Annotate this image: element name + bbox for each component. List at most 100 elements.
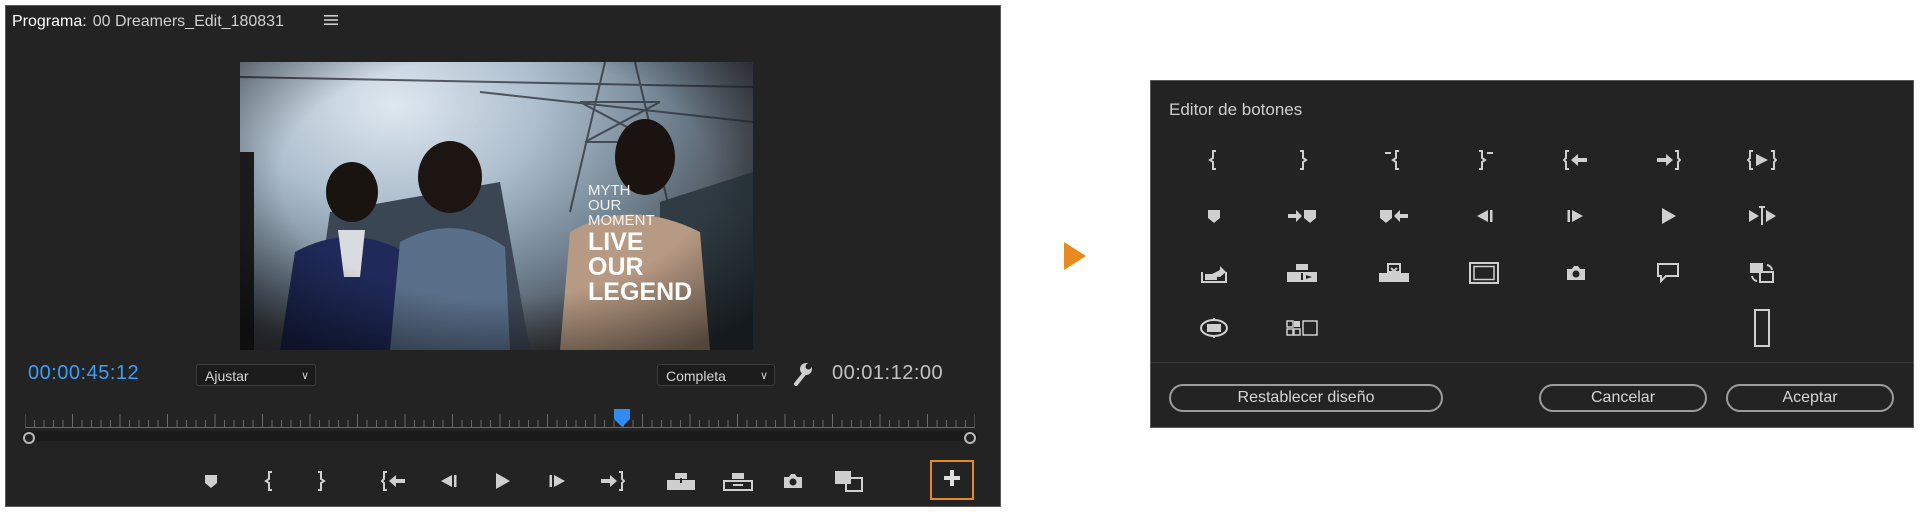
editor-go-to-next-marker-button[interactable] bbox=[1283, 199, 1321, 237]
spacer-icon bbox=[1754, 308, 1770, 352]
step-back-icon bbox=[1474, 208, 1494, 229]
editor-vr-video-button[interactable] bbox=[1195, 311, 1233, 349]
go-to-next-marker-icon bbox=[1287, 208, 1317, 229]
chevron-down-icon: ∨ bbox=[759, 370, 768, 382]
editor-closed-captions-button[interactable] bbox=[1649, 256, 1687, 294]
current-timecode[interactable]: 00:00:45:12 bbox=[28, 362, 139, 385]
multicam-icon bbox=[1286, 319, 1318, 341]
editor-mark-out-button[interactable] bbox=[1283, 143, 1321, 181]
overwrite-icon bbox=[1378, 262, 1410, 289]
mark-out-icon bbox=[314, 471, 326, 491]
go-to-in-icon bbox=[1562, 149, 1589, 175]
overlay-line: OUR bbox=[588, 197, 622, 214]
editor-export-frame-button[interactable] bbox=[1557, 256, 1595, 294]
editor-swap-button[interactable] bbox=[1743, 256, 1781, 294]
play-button[interactable] bbox=[487, 466, 517, 496]
video-title-overlay: MYTH OUR MOMENT LIVE OUR LEGEND bbox=[588, 183, 728, 305]
go-to-in-icon bbox=[381, 471, 407, 491]
overlay-line: MOMENT bbox=[588, 212, 655, 229]
zoom-scroll-bar[interactable] bbox=[22, 431, 978, 441]
plus-icon bbox=[943, 469, 961, 492]
step-forward-icon bbox=[548, 473, 568, 489]
editor-go-to-previous-marker-button[interactable] bbox=[1375, 199, 1413, 237]
editor-safe-margins-button[interactable] bbox=[1465, 256, 1503, 294]
zoom-handle-left[interactable] bbox=[23, 432, 35, 444]
zoom-handle-right[interactable] bbox=[964, 432, 976, 444]
mark-out-button[interactable] bbox=[305, 466, 335, 496]
dialog-title: Editor de botones bbox=[1169, 100, 1303, 119]
editor-overwrite-button[interactable] bbox=[1375, 256, 1413, 294]
button-editor-plus-button[interactable] bbox=[930, 460, 974, 500]
panel-label: Programa: bbox=[12, 13, 87, 30]
go-to-out-button[interactable] bbox=[597, 466, 627, 496]
mark-in-icon bbox=[264, 471, 276, 491]
play-icon bbox=[1658, 206, 1678, 231]
clear-out-icon bbox=[1473, 149, 1495, 175]
go-to-in-button[interactable] bbox=[379, 466, 409, 496]
overlay-line: LEGEND bbox=[588, 278, 693, 306]
duration-timecode: 00:01:12:00 bbox=[832, 362, 944, 384]
editor-lift-button[interactable] bbox=[1195, 256, 1233, 294]
editor-play-button[interactable] bbox=[1649, 199, 1687, 237]
lift-icon bbox=[1200, 262, 1228, 289]
step-forward-button[interactable] bbox=[543, 466, 573, 496]
go-to-out-icon bbox=[599, 471, 625, 491]
time-ruler[interactable] bbox=[25, 410, 975, 428]
vr-video-icon bbox=[1199, 317, 1229, 344]
wrench-icon[interactable] bbox=[790, 360, 814, 386]
mark-in-icon bbox=[1208, 149, 1220, 175]
insert-icon bbox=[1286, 262, 1318, 289]
editor-clear-in-button[interactable] bbox=[1375, 143, 1413, 181]
editor-go-to-in-button[interactable] bbox=[1557, 143, 1595, 181]
overlay-line: MYTH bbox=[588, 182, 631, 199]
export-frame-button[interactable] bbox=[778, 466, 808, 496]
accept-button[interactable]: Aceptar bbox=[1726, 384, 1894, 412]
editor-spacer-button[interactable] bbox=[1743, 308, 1781, 352]
safe-margins-icon bbox=[1469, 261, 1499, 289]
marker-icon bbox=[1206, 208, 1222, 229]
reset-layout-button[interactable]: Restablecer diseño bbox=[1169, 384, 1443, 412]
cancel-button[interactable]: Cancelar bbox=[1539, 384, 1707, 412]
comparison-view-icon bbox=[834, 469, 864, 493]
hamburger-icon[interactable] bbox=[322, 12, 340, 32]
resolution-value: Completa bbox=[666, 368, 726, 384]
add-marker-button[interactable] bbox=[196, 466, 226, 496]
lift-button[interactable] bbox=[666, 466, 696, 496]
mark-out-icon bbox=[1296, 149, 1308, 175]
video-frame: MYTH OUR MOMENT LIVE OUR LEGEND bbox=[240, 62, 753, 350]
playhead[interactable] bbox=[613, 408, 631, 428]
overlay-line: LIVE bbox=[588, 228, 644, 256]
transition-arrow-icon bbox=[1063, 241, 1087, 271]
dialog-divider bbox=[1151, 362, 1913, 363]
editor-step-forward-button[interactable] bbox=[1557, 199, 1595, 237]
go-to-previous-marker-icon bbox=[1379, 208, 1409, 229]
editor-go-to-out-button[interactable] bbox=[1649, 143, 1687, 181]
editor-mark-in-button[interactable] bbox=[1195, 143, 1233, 181]
zoom-level-select[interactable]: Ajustar ∨ bbox=[196, 364, 316, 386]
step-forward-icon bbox=[1566, 208, 1586, 229]
go-to-out-icon bbox=[1655, 149, 1682, 175]
editor-multicam-button[interactable] bbox=[1283, 311, 1321, 349]
extract-button[interactable] bbox=[723, 466, 753, 496]
lift-icon bbox=[666, 471, 696, 491]
extract-icon bbox=[723, 471, 753, 491]
editor-step-back-button[interactable] bbox=[1465, 199, 1503, 237]
step-back-icon bbox=[438, 473, 458, 489]
step-back-button[interactable] bbox=[433, 466, 463, 496]
panel-title: Programa: 00 Dreamers_Edit_180831 bbox=[12, 12, 284, 32]
button-editor-dialog bbox=[1150, 80, 1914, 428]
sequence-name[interactable]: 00 Dreamers_Edit_180831 bbox=[93, 13, 284, 31]
editor-clear-out-button[interactable] bbox=[1465, 143, 1503, 181]
editor-play-around-button[interactable] bbox=[1743, 199, 1781, 237]
camera-icon bbox=[1565, 264, 1587, 287]
camera-icon bbox=[782, 472, 804, 490]
editor-insert-button[interactable] bbox=[1283, 256, 1321, 294]
editor-play-in-to-out-button[interactable] bbox=[1743, 143, 1781, 181]
playback-resolution-select[interactable]: Completa ∨ bbox=[657, 364, 775, 386]
mark-in-button[interactable] bbox=[255, 466, 285, 496]
editor-add-marker-button[interactable] bbox=[1195, 199, 1233, 237]
marker-icon bbox=[203, 473, 219, 489]
swap-icon bbox=[1748, 261, 1776, 290]
speech-bubble-icon bbox=[1656, 262, 1680, 289]
comparison-view-button[interactable] bbox=[834, 466, 864, 496]
